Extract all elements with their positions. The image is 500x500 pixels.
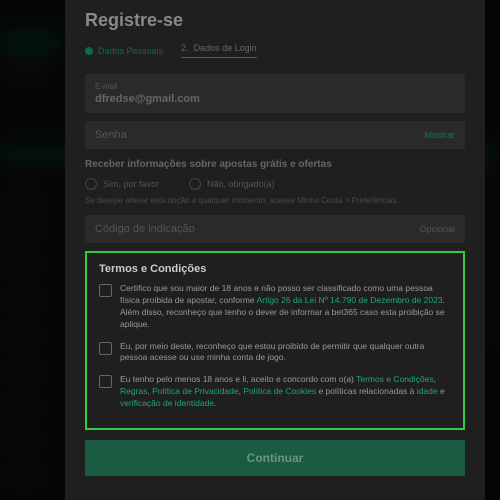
term-age-row: Certifico que sou maior de 18 anos e não… bbox=[99, 283, 451, 331]
step-login[interactable]: 2. Dados de Login bbox=[181, 43, 257, 58]
term-policies-checkbox[interactable] bbox=[99, 375, 112, 388]
term-policies-row: Eu tenho pelo menos 18 anos e li, aceito… bbox=[99, 374, 451, 410]
continue-button[interactable]: Continuar bbox=[85, 440, 465, 476]
term-text: Eu, por meio deste, reconheço que estou … bbox=[120, 341, 451, 365]
password-field[interactable]: Senha Mostrar bbox=[85, 121, 465, 149]
optional-label: Opcional bbox=[419, 224, 455, 234]
referral-field[interactable]: Código de indicação Opcional bbox=[85, 215, 465, 243]
step-number: 2. bbox=[181, 43, 189, 53]
show-password-button[interactable]: Mostrar bbox=[424, 130, 455, 140]
term-account-row: Eu, por meio deste, reconheço que estou … bbox=[99, 341, 451, 365]
rules-link[interactable]: Regras bbox=[120, 386, 147, 396]
term-account-checkbox[interactable] bbox=[99, 342, 112, 355]
field-label: E-mail bbox=[95, 82, 455, 91]
offers-no-radio[interactable]: Não, obrigado(a) bbox=[189, 178, 275, 190]
radio-icon bbox=[85, 178, 97, 190]
law-link[interactable]: Artigo 26 da Lei Nº 14.790 de Dezembro d… bbox=[257, 295, 443, 305]
offers-hint: Se desejar alterar esta opção a qualquer… bbox=[85, 196, 465, 205]
terms-link[interactable]: Termos e Condições bbox=[356, 374, 433, 384]
offers-yes-radio[interactable]: Sim, por favor bbox=[85, 178, 159, 190]
radio-label: Não, obrigado(a) bbox=[207, 179, 275, 189]
email-field[interactable]: E-mail dfredse@gmail.com bbox=[85, 74, 465, 113]
terms-box: Termos e Condições Certifico que sou mai… bbox=[85, 251, 465, 430]
stepper: Dados Pessoais 2. Dados de Login bbox=[85, 43, 465, 58]
field-value: dfredse@gmail.com bbox=[95, 93, 455, 105]
offers-radios: Sim, por favor Não, obrigado(a) bbox=[85, 178, 465, 190]
step-label: Dados de Login bbox=[194, 43, 257, 53]
step-label: Dados Pessoais bbox=[98, 46, 163, 56]
radio-icon bbox=[189, 178, 201, 190]
term-text: Certifico que sou maior de 18 anos e não… bbox=[120, 283, 451, 331]
radio-label: Sim, por favor bbox=[103, 179, 159, 189]
terms-title: Termos e Condições bbox=[99, 263, 451, 275]
step-personal[interactable]: Dados Pessoais bbox=[85, 46, 163, 56]
field-placeholder: Senha bbox=[95, 129, 127, 141]
identity-link[interactable]: verificação de identidade bbox=[120, 398, 214, 408]
age-link[interactable]: idade bbox=[417, 386, 438, 396]
term-age-checkbox[interactable] bbox=[99, 284, 112, 297]
offers-heading: Receber informações sobre apostas grátis… bbox=[85, 159, 465, 170]
modal-title: Registre-se bbox=[85, 10, 465, 31]
cookies-link[interactable]: Política de Cookies bbox=[243, 386, 316, 396]
field-placeholder: Código de indicação bbox=[95, 223, 195, 235]
privacy-link[interactable]: Política de Privacidade bbox=[152, 386, 238, 396]
check-icon bbox=[85, 47, 93, 55]
term-text: Eu tenho pelo menos 18 anos e li, aceito… bbox=[120, 374, 451, 410]
register-modal: Registre-se Dados Pessoais 2. Dados de L… bbox=[65, 0, 485, 500]
